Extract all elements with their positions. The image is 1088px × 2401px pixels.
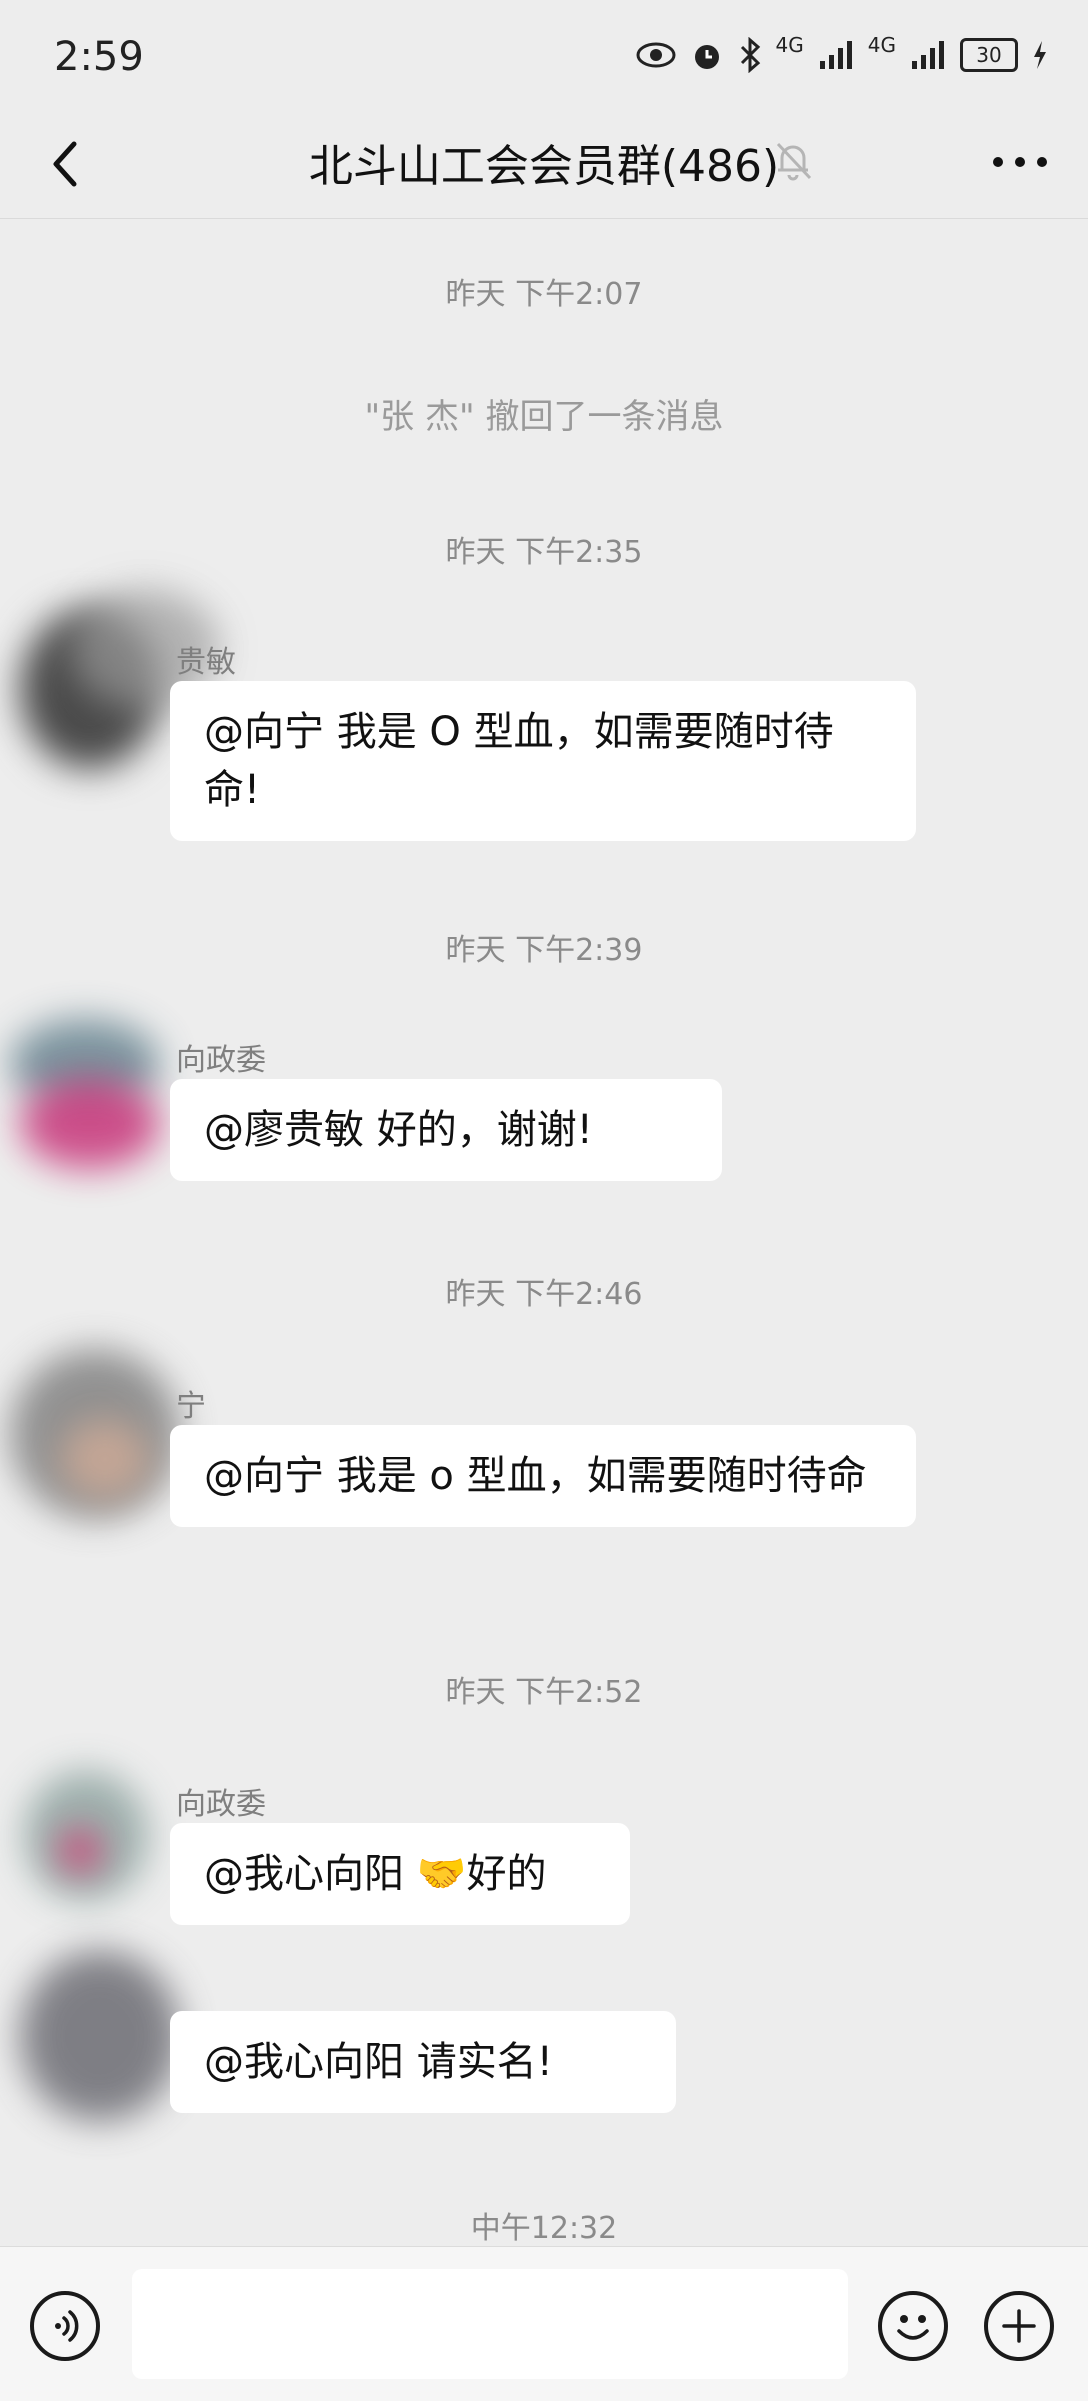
- timestamp: 昨天 下午2:07: [445, 277, 643, 312]
- voice-icon: [55, 2310, 79, 2342]
- signal-label-2: 4G: [867, 33, 896, 57]
- avatar[interactable]: [24, 1771, 148, 1901]
- signal-icon-2: [912, 41, 944, 69]
- charging-icon: [1034, 41, 1046, 69]
- timestamp: 昨天 下午2:52: [445, 1675, 643, 1710]
- emoji-button[interactable]: [878, 2291, 948, 2361]
- timestamp: 昨天 下午2:39: [445, 933, 643, 968]
- timestamp: 中午12:32: [470, 2211, 618, 2246]
- status-bar: 2:59 4G 4G 30: [0, 0, 1088, 110]
- input-bar: [0, 2246, 1088, 2401]
- battery-icon: 30: [960, 38, 1018, 72]
- timestamp: 昨天 下午2:46: [445, 1277, 643, 1312]
- message-input[interactable]: [132, 2269, 848, 2379]
- voice-button[interactable]: [30, 2291, 100, 2361]
- sender-name: 宁: [176, 1389, 206, 1424]
- message-bubble[interactable]: @向宁 我是 O 型血，如需要随时待命!: [170, 681, 916, 841]
- mute-bell-icon: [776, 142, 812, 181]
- eye-icon: [636, 42, 676, 68]
- sender-name: 贵敏: [176, 645, 236, 680]
- timestamp: 昨天 下午2:35: [445, 535, 643, 570]
- emoji-icon: [897, 2315, 929, 2340]
- bluetooth-icon: [740, 37, 760, 73]
- alarm-icon: [694, 45, 719, 69]
- plus-icon: [1002, 2309, 1036, 2343]
- avatar[interactable]: [20, 1951, 180, 2121]
- chat-title: 北斗山工会会员群(486): [308, 141, 780, 192]
- message-list[interactable]: 昨天 下午2:07 "张 杰" 撤回了一条消息 昨天 下午2:35 贵敏 @向宁…: [0, 219, 1088, 2246]
- sender-name: 向政委: [176, 1043, 266, 1078]
- message-bubble[interactable]: @向宁 我是 o 型血，如需要随时待命: [170, 1425, 916, 1527]
- avatar[interactable]: [10, 1019, 160, 1169]
- message-bubble[interactable]: @我心向阳 🤝好的: [170, 1823, 630, 1925]
- signal-label-1: 4G: [775, 33, 804, 57]
- recall-notice: "张 杰" 撤回了一条消息: [364, 397, 724, 437]
- status-icons: 4G 4G 30: [636, 30, 1048, 80]
- message-bubble[interactable]: @廖贵敏 好的，谢谢!: [170, 1079, 722, 1181]
- avatar[interactable]: [10, 1349, 180, 1519]
- chat-header: 北斗山工会会员群(486): [0, 110, 1088, 219]
- avatar[interactable]: [20, 589, 220, 769]
- more-options-icon[interactable]: [990, 150, 1050, 174]
- sender-name: 向政委: [176, 1787, 266, 1822]
- message-bubble[interactable]: @我心向阳 请实名!: [170, 2011, 676, 2113]
- add-button[interactable]: [984, 2291, 1054, 2361]
- signal-icon: [819, 41, 852, 69]
- status-time: 2:59: [54, 34, 144, 80]
